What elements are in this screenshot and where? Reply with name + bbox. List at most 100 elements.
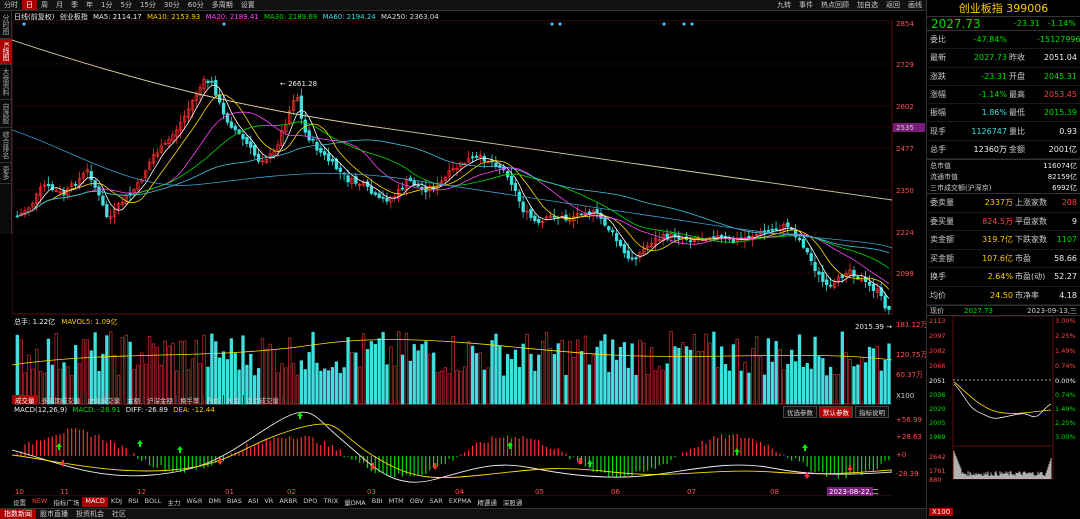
left-tab-4[interactable]: 综合排名 [0,128,12,163]
mini-left-label: 2097 [929,332,946,340]
indicator-tab-17[interactable]: BBI [369,497,386,507]
left-tab-3[interactable]: 自选股 [0,100,12,128]
indicator-tab-8[interactable]: W&R [183,497,205,507]
indicator-tab-7[interactable]: 主力 [164,497,183,507]
volume-bar [490,340,494,405]
candle-body [494,162,498,168]
trade-value: 2.64% [987,272,1013,282]
mini-frame [952,315,1054,480]
indicator-tab-16[interactable]: 量DMA [341,497,369,507]
volume-tab-8[interactable]: 盘后成交量 [244,395,283,405]
candle-body [346,175,350,183]
volume-bar [556,343,560,405]
indicator-tab-0[interactable]: 设置 [10,497,29,507]
indicator-tab-1[interactable]: NEW [29,497,50,507]
volume-tab-3[interactable]: 金额 [124,395,144,405]
period-tab-2[interactable]: 周 [37,0,52,10]
indicator-tab-15[interactable]: TRIX [320,497,341,507]
candle-body [241,134,245,140]
indicator-tab-2[interactable]: 指标广场 [50,497,82,507]
candle-body [330,158,335,162]
bottom-tab-1[interactable]: 股市直播 [36,509,72,519]
trade-label-2: 平盘家数 [1015,216,1047,226]
period-tab-8[interactable]: 15分 [136,0,160,10]
toolbar-action-0[interactable]: 九转 [773,0,795,10]
period-tab-12[interactable]: 设置 [237,0,259,10]
volume-tab-6[interactable]: 内盘 [204,395,224,405]
volume-tab-7[interactable]: 外盘 [224,395,244,405]
candle-body [249,141,253,148]
left-tab-0[interactable]: 分时图 [0,11,12,39]
period-tab-3[interactable]: 月 [52,0,67,10]
left-tab-1[interactable]: K线图 [0,39,12,65]
indicator-tab-5[interactable]: RSI [125,497,142,507]
candle-body [256,153,261,162]
volume-tab-4[interactable]: 沪深金额 [144,395,177,405]
volume-bar [692,334,697,405]
indicator-tab-6[interactable]: BOLL [142,497,165,507]
period-tab-7[interactable]: 5分 [116,0,135,10]
candle-body [385,197,389,202]
trade-row: 换手 2.64% 市盈(动) 52.27 [927,268,1080,287]
toolbar-action-3[interactable]: 加自选 [853,0,882,10]
period-tab-6[interactable]: 1分 [97,0,116,10]
volume-tab-5[interactable]: 换手率 [177,395,204,405]
volume-bar [498,345,502,405]
indicator-tab-3[interactable]: MACD [82,497,108,507]
indicator-tab-13[interactable]: ARBR [276,497,300,507]
period-tab-9[interactable]: 30分 [160,0,184,10]
period-tab-11[interactable]: 多周期 [208,0,237,10]
intraday-mini-chart[interactable]: 2113 2097 2082 2066 2051 2036 2020 2005 1989 2642… [927,315,1080,484]
volume-bar [315,362,319,405]
volume-bar [883,360,887,405]
bottom-tab-0[interactable]: 指数新闻 [0,509,36,519]
indicator-tab-14[interactable]: DPO [300,497,320,507]
indicator-tab-18[interactable]: MTM [386,497,407,507]
indicator-tab-11[interactable]: ASI [245,497,262,507]
period-tab-0[interactable]: 分时 [0,0,22,10]
macd-button-1[interactable]: 默认参数 [819,406,853,418]
volume-tab-2[interactable]: 虚拟成交量 [85,395,124,405]
candle-body [712,236,716,239]
macd-button-0[interactable]: 优选参数 [783,406,817,418]
indicator-tab-21[interactable]: EXPMA [446,497,475,507]
macd-button-2[interactable]: 指标说明 [855,406,889,418]
left-tab-5[interactable]: 更多 [0,163,12,184]
toolbar-right: 九转 事件 热点回顾 加自选 返回 画线 [773,0,926,10]
period-tab-4[interactable]: 季 [67,0,82,10]
bottom-tab-2[interactable]: 投资机会 [72,509,108,519]
bottom-tab-3[interactable]: 社区 [108,509,130,519]
indicator-tab-19[interactable]: OBV [407,497,427,507]
toolbar-action-2[interactable]: 热点回顾 [817,0,853,10]
indicator-tab-9[interactable]: DMI [205,497,224,507]
toolbar-action-4[interactable]: 返回 [882,0,904,10]
indicator-tab-4[interactable]: KDJ [108,497,125,507]
volume-tab-1[interactable]: 多周期成交量 [39,395,85,405]
volume-bar [435,372,440,405]
volume-tab-0[interactable]: 成交量 [12,395,39,405]
candle-body [786,222,790,227]
toolbar-action-5[interactable]: 画线 [904,0,926,10]
indicator-tab-22[interactable]: 精選通 [474,497,500,507]
quote-label: 涨跌 [930,71,946,81]
period-tab-1[interactable]: 日 [22,0,37,10]
period-tab-10[interactable]: 60分 [184,0,208,10]
indicator-tab-23[interactable]: 深股通 [500,497,526,507]
candle-body [97,186,101,196]
volume-bar [587,364,592,405]
quote-value: -23.31 [981,71,1007,81]
chart-area[interactable]: 2854 2729 2602 2535 2477 2350 2224 2099 ← 2661.2… [12,20,926,496]
indicator-tab-10[interactable]: BIAS [224,497,245,507]
candle-body [747,235,751,239]
macd-axis-label: +28.63 [896,433,922,441]
mini-tab[interactable]: X100 [929,508,954,516]
indicator-tab-12[interactable]: VR [261,497,276,507]
toolbar-action-1[interactable]: 事件 [795,0,817,10]
left-tab-2[interactable]: 大盘资料 [0,65,12,100]
date-badge: 2023-08-22,二 [829,488,879,496]
period-tab-5[interactable]: 年 [82,0,97,10]
quote-label-2: 最低 [1009,108,1025,118]
dea-value: DEA: -12.44 [173,406,215,414]
candle-body [338,167,342,172]
indicator-tab-20[interactable]: SAR [427,497,446,507]
